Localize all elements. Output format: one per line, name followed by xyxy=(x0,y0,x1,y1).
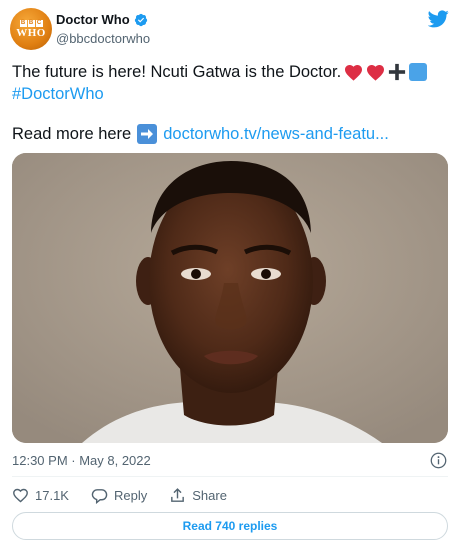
heart-icon xyxy=(367,64,385,81)
avatar-logo-text: WHO xyxy=(16,26,46,39)
plus-icon xyxy=(389,63,406,81)
avatar[interactable]: BBC WHO xyxy=(10,8,52,50)
verified-badge-icon xyxy=(134,13,147,26)
read-more-line: Read more here doctorwho.tv/news-and-fea… xyxy=(12,123,389,145)
divider xyxy=(12,476,448,477)
tweet-card: BBC WHO Doctor Who @bbcdoctorwho The fut… xyxy=(0,0,460,549)
heart-icon xyxy=(345,64,363,81)
reply-button[interactable]: Reply xyxy=(91,487,147,504)
tweet-actions: 17.1K Reply Share xyxy=(12,486,249,504)
blue-square-icon xyxy=(409,63,428,81)
account-handle[interactable]: @bbcdoctorwho xyxy=(56,31,150,46)
info-icon[interactable] xyxy=(430,452,447,469)
tweet-body: The future is here! Ncuti Gatwa is the D… xyxy=(12,63,342,81)
hashtag-link[interactable]: #DoctorWho xyxy=(12,83,452,105)
like-count: 17.1K xyxy=(35,487,69,503)
article-link[interactable]: doctorwho.tv/news-and-featu... xyxy=(163,123,389,145)
portrait-image xyxy=(12,153,448,443)
twitter-bird-icon[interactable] xyxy=(428,10,449,28)
share-icon xyxy=(171,487,185,502)
heart-outline-icon xyxy=(13,488,28,502)
read-more-label: Read more here xyxy=(12,125,132,143)
share-button[interactable]: Share xyxy=(169,487,227,504)
account-name-row: Doctor Who xyxy=(56,12,148,27)
reply-label: Reply xyxy=(113,487,148,503)
display-name[interactable]: Doctor Who xyxy=(56,12,130,27)
share-label: Share xyxy=(192,487,227,503)
right-arrow-icon xyxy=(137,124,158,144)
tweet-timestamp[interactable]: 12:30 PM · May 8, 2022 xyxy=(12,453,151,468)
bbc-logo: BBC xyxy=(19,19,43,27)
like-button[interactable]: 17.1K xyxy=(12,487,69,504)
read-replies-button[interactable]: Read 740 replies xyxy=(12,512,448,540)
tweet-text: The future is here! Ncuti Gatwa is the D… xyxy=(12,61,452,105)
reply-icon xyxy=(91,488,108,504)
tweet-photo[interactable] xyxy=(12,153,448,443)
